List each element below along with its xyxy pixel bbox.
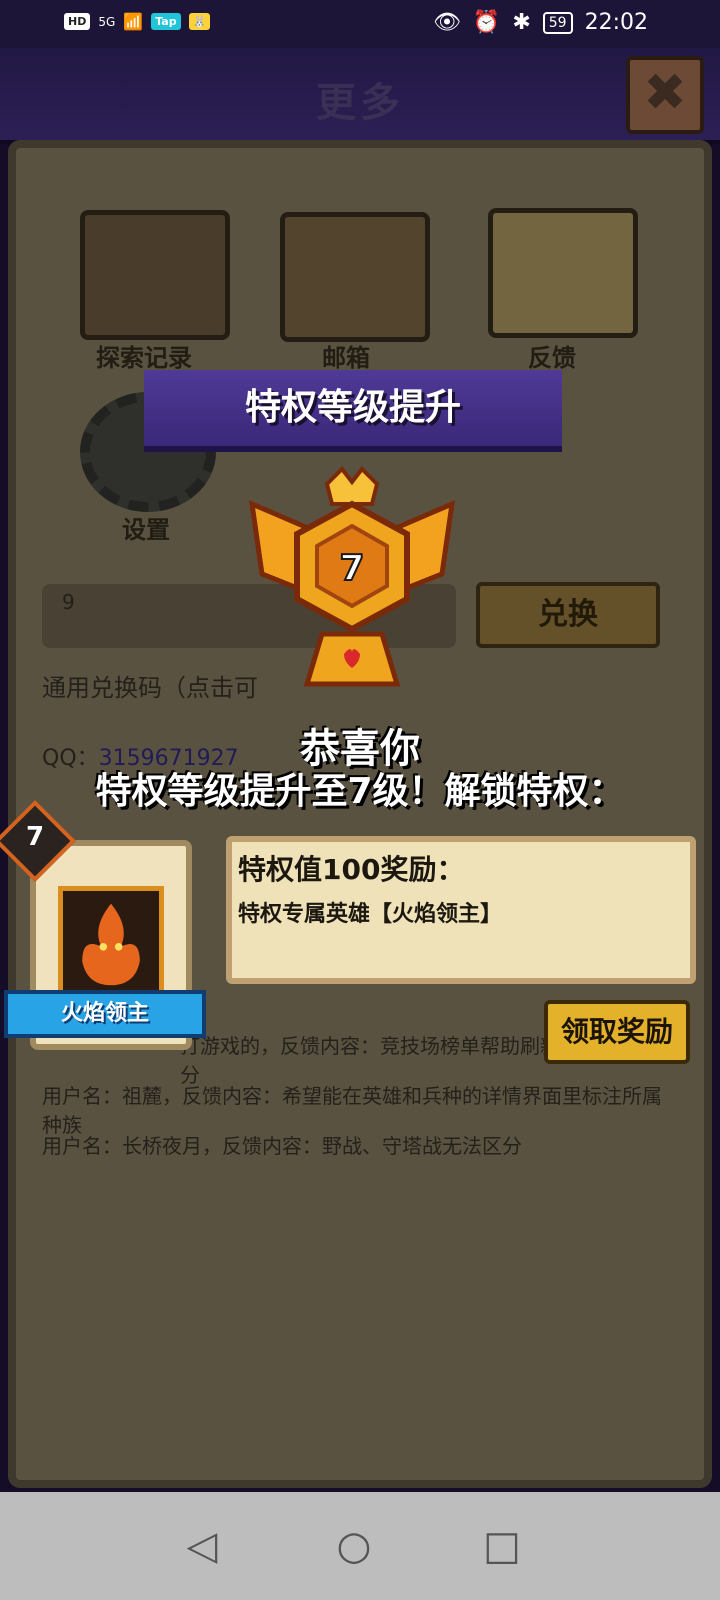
system-nav-bar: ◁ ○ □ (0, 1492, 720, 1600)
signal-label: 5G (98, 14, 116, 29)
hero-level-number: 7 (25, 822, 45, 852)
flame-lord-portrait (58, 886, 164, 998)
unlock-text: 特权等级提升至7级！解锁特权： (95, 771, 625, 812)
recent-apps-icon[interactable]: □ (476, 1520, 528, 1572)
status-bar: HD 5G 📶 Tap 🐰 👁 ⏰ ✱ 59 22:02 (0, 0, 720, 48)
modal-title-banner: 特权等级提升 (144, 370, 562, 452)
top-bar: 更多 ✖ (0, 48, 720, 144)
eye-icon: 👁 (432, 10, 461, 35)
close-button[interactable]: ✖ (626, 56, 704, 134)
privilege-emblem-icon: 7 (248, 465, 456, 687)
battery-indicator: 59 (542, 11, 573, 34)
hero-name-ribbon: 火焰领主 (4, 990, 206, 1038)
flame-lord-icon (82, 903, 140, 986)
reward-title: 特权值100奖励： (238, 853, 465, 886)
signal-icon: 📶 (123, 12, 144, 31)
page-title: 更多 (316, 80, 404, 126)
clock: 22:02 (584, 10, 648, 35)
taptap-icon: Tap (151, 13, 181, 30)
bunny-app-icon: 🐰 (188, 13, 211, 30)
home-icon[interactable]: ○ (328, 1520, 380, 1572)
emblem-level: 7 (339, 548, 364, 589)
reward-description: 特权专属英雄【火焰领主】 (238, 902, 503, 927)
bluetooth-icon: ✱ (512, 10, 531, 35)
modal-overlay (0, 140, 720, 1492)
hd-chip: HD (64, 13, 91, 30)
alarm-icon: ⏰ (472, 10, 501, 35)
claim-reward-button[interactable]: 领取奖励 (544, 1000, 690, 1064)
back-icon[interactable]: ◁ (176, 1520, 228, 1572)
